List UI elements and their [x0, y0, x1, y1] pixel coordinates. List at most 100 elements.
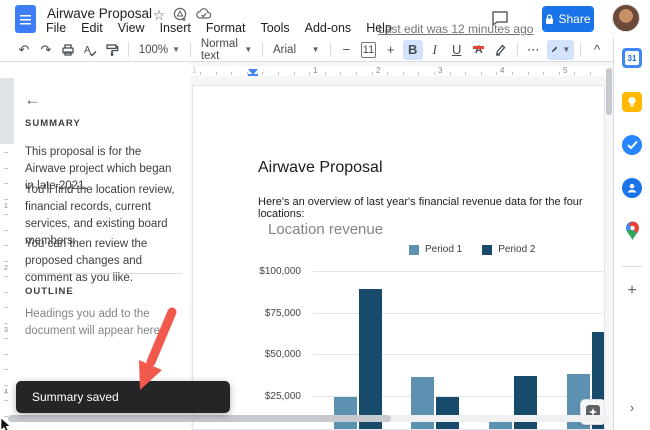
spell-check-icon[interactable]: A [80, 40, 100, 60]
more-options-button[interactable]: ⋯ [523, 40, 543, 60]
ruler-tick [371, 72, 373, 75]
ruler-number: 3 [438, 66, 443, 75]
ruler-tick [4, 229, 8, 231]
google-tasks-icon[interactable] [622, 135, 642, 155]
ruler-tick [4, 384, 8, 386]
horizontal-scrollbar-thumb[interactable] [8, 415, 391, 422]
panel-divider [622, 266, 642, 267]
ruler-number: 1 [192, 66, 197, 75]
bar-period2-group1 [359, 289, 382, 429]
google-maps-icon[interactable] [622, 221, 642, 241]
redo-icon[interactable]: ↷ [36, 40, 56, 60]
y-axis-tick-label: $50,000 [264, 349, 301, 360]
text-color-button[interactable]: A [469, 40, 489, 60]
back-arrow-icon[interactable]: ← [24, 90, 41, 110]
font-select[interactable]: Arial ▼ [269, 40, 324, 60]
docs-logo-icon[interactable] [15, 5, 36, 33]
ruler-tick [574, 72, 576, 75]
document-paragraph[interactable]: Here's an overview of last year's financ… [258, 196, 604, 220]
ruler-tick [387, 72, 389, 75]
ruler-tick [4, 183, 8, 184]
chevron-down-icon: ▼ [311, 45, 320, 54]
ruler-number: 3 [4, 327, 8, 334]
decrease-font-size-button[interactable]: − [336, 40, 356, 60]
summary-paragraph: You can then review the proposed changes… [25, 238, 148, 284]
bar-period1-group1 [334, 397, 357, 429]
print-icon[interactable] [58, 40, 78, 60]
vertical-ruler[interactable]: 1 2 3 4 [0, 62, 14, 430]
editing-mode-button[interactable]: ▼ [547, 39, 575, 60]
ruler-tick [512, 72, 513, 75]
add-addon-button[interactable]: + [622, 282, 642, 300]
ruler-number: 1 [4, 203, 8, 210]
share-button[interactable]: Share [542, 6, 594, 32]
ruler-tick [4, 167, 8, 169]
ruler-tick [200, 72, 201, 75]
outline-heading: OUTLINE [25, 286, 74, 297]
underline-button[interactable]: U [447, 40, 467, 60]
legend-swatch-period-2 [482, 244, 493, 255]
highlight-color-icon[interactable] [491, 40, 511, 60]
ruler-tick [340, 72, 342, 75]
y-axis-tick-label: $25,000 [264, 390, 301, 402]
hide-side-panel-icon[interactable]: › [624, 400, 640, 415]
menu-insert[interactable]: Insert [160, 21, 191, 35]
collapse-toolbar-button[interactable]: ^ [587, 40, 607, 60]
ruler-tick [4, 307, 8, 308]
ruler-tick [4, 260, 8, 262]
ruler-tick [4, 276, 8, 277]
toast-notification: Summary saved [16, 381, 230, 413]
comment-history-icon[interactable] [490, 8, 514, 32]
bold-button[interactable]: B [402, 39, 423, 60]
paint-format-icon[interactable] [102, 40, 122, 60]
ruler-number: 2 [4, 265, 8, 272]
gridline [313, 354, 603, 355]
menu-tools[interactable]: Tools [260, 21, 289, 35]
mouse-cursor [0, 418, 11, 430]
ruler-tick [324, 72, 326, 75]
ruler-tick [278, 72, 279, 75]
chart-legend: Period 1 Period 2 [409, 244, 536, 255]
zoom-select[interactable]: 100% ▼ [135, 40, 184, 60]
italic-button[interactable]: I [425, 40, 445, 60]
ruler-tick [4, 400, 8, 401]
ruler-tick [465, 72, 467, 75]
google-calendar-icon[interactable]: 31 [622, 48, 642, 68]
ruler-number: 5 [563, 66, 568, 75]
bar-period2-group2 [436, 397, 459, 429]
account-avatar[interactable] [612, 4, 640, 32]
left-indent-marker[interactable] [248, 74, 258, 76]
ruler-tick [418, 72, 420, 75]
horizontal-ruler[interactable]: 1 1 2 3 4 5 [190, 66, 610, 76]
menu-file[interactable]: File [46, 21, 66, 35]
menu-bar: File Edit View Insert Format Tools Add-o… [46, 21, 392, 35]
menu-view[interactable]: View [118, 21, 145, 35]
ruler-number: 4 [500, 66, 505, 75]
ruler-tick [4, 322, 8, 324]
legend-label-period-1: Period 1 [425, 244, 463, 255]
paragraph-style-select[interactable]: Normal text ▼ [197, 38, 256, 62]
document-title[interactable]: Airwave Proposal [47, 6, 152, 21]
ruler-number: 2 [376, 66, 381, 75]
ruler-number: 1 [313, 66, 318, 75]
document-page[interactable]: Airwave Proposal Here's an overview of l… [192, 85, 605, 430]
chart-title: Location revenue [268, 221, 384, 238]
google-keep-icon[interactable] [622, 92, 642, 112]
vertical-scrollbar-thumb[interactable] [606, 68, 612, 115]
bar-period1-group2 [411, 377, 434, 429]
increase-font-size-button[interactable]: + [381, 40, 401, 60]
share-label: Share [558, 12, 591, 26]
document-heading[interactable]: Airwave Proposal [258, 159, 383, 177]
formatting-toolbar: ↶ ↷ A 100% ▼ Normal text ▼ Arial ▼ − 11 + B… [0, 38, 613, 62]
menu-format[interactable]: Format [206, 21, 246, 35]
menu-edit[interactable]: Edit [81, 21, 103, 35]
menu-addons[interactable]: Add-ons [305, 21, 352, 35]
gridline [313, 312, 603, 314]
ruler-tick [215, 72, 217, 75]
google-contacts-icon[interactable] [622, 178, 642, 198]
chevron-down-icon: ▼ [244, 45, 253, 54]
ruler-tick [4, 338, 8, 339]
font-size-input[interactable]: 11 [361, 41, 376, 58]
chart[interactable]: Location revenue Period 1 Period 2 $100,… [258, 221, 604, 429]
undo-icon[interactable]: ↶ [14, 40, 34, 60]
